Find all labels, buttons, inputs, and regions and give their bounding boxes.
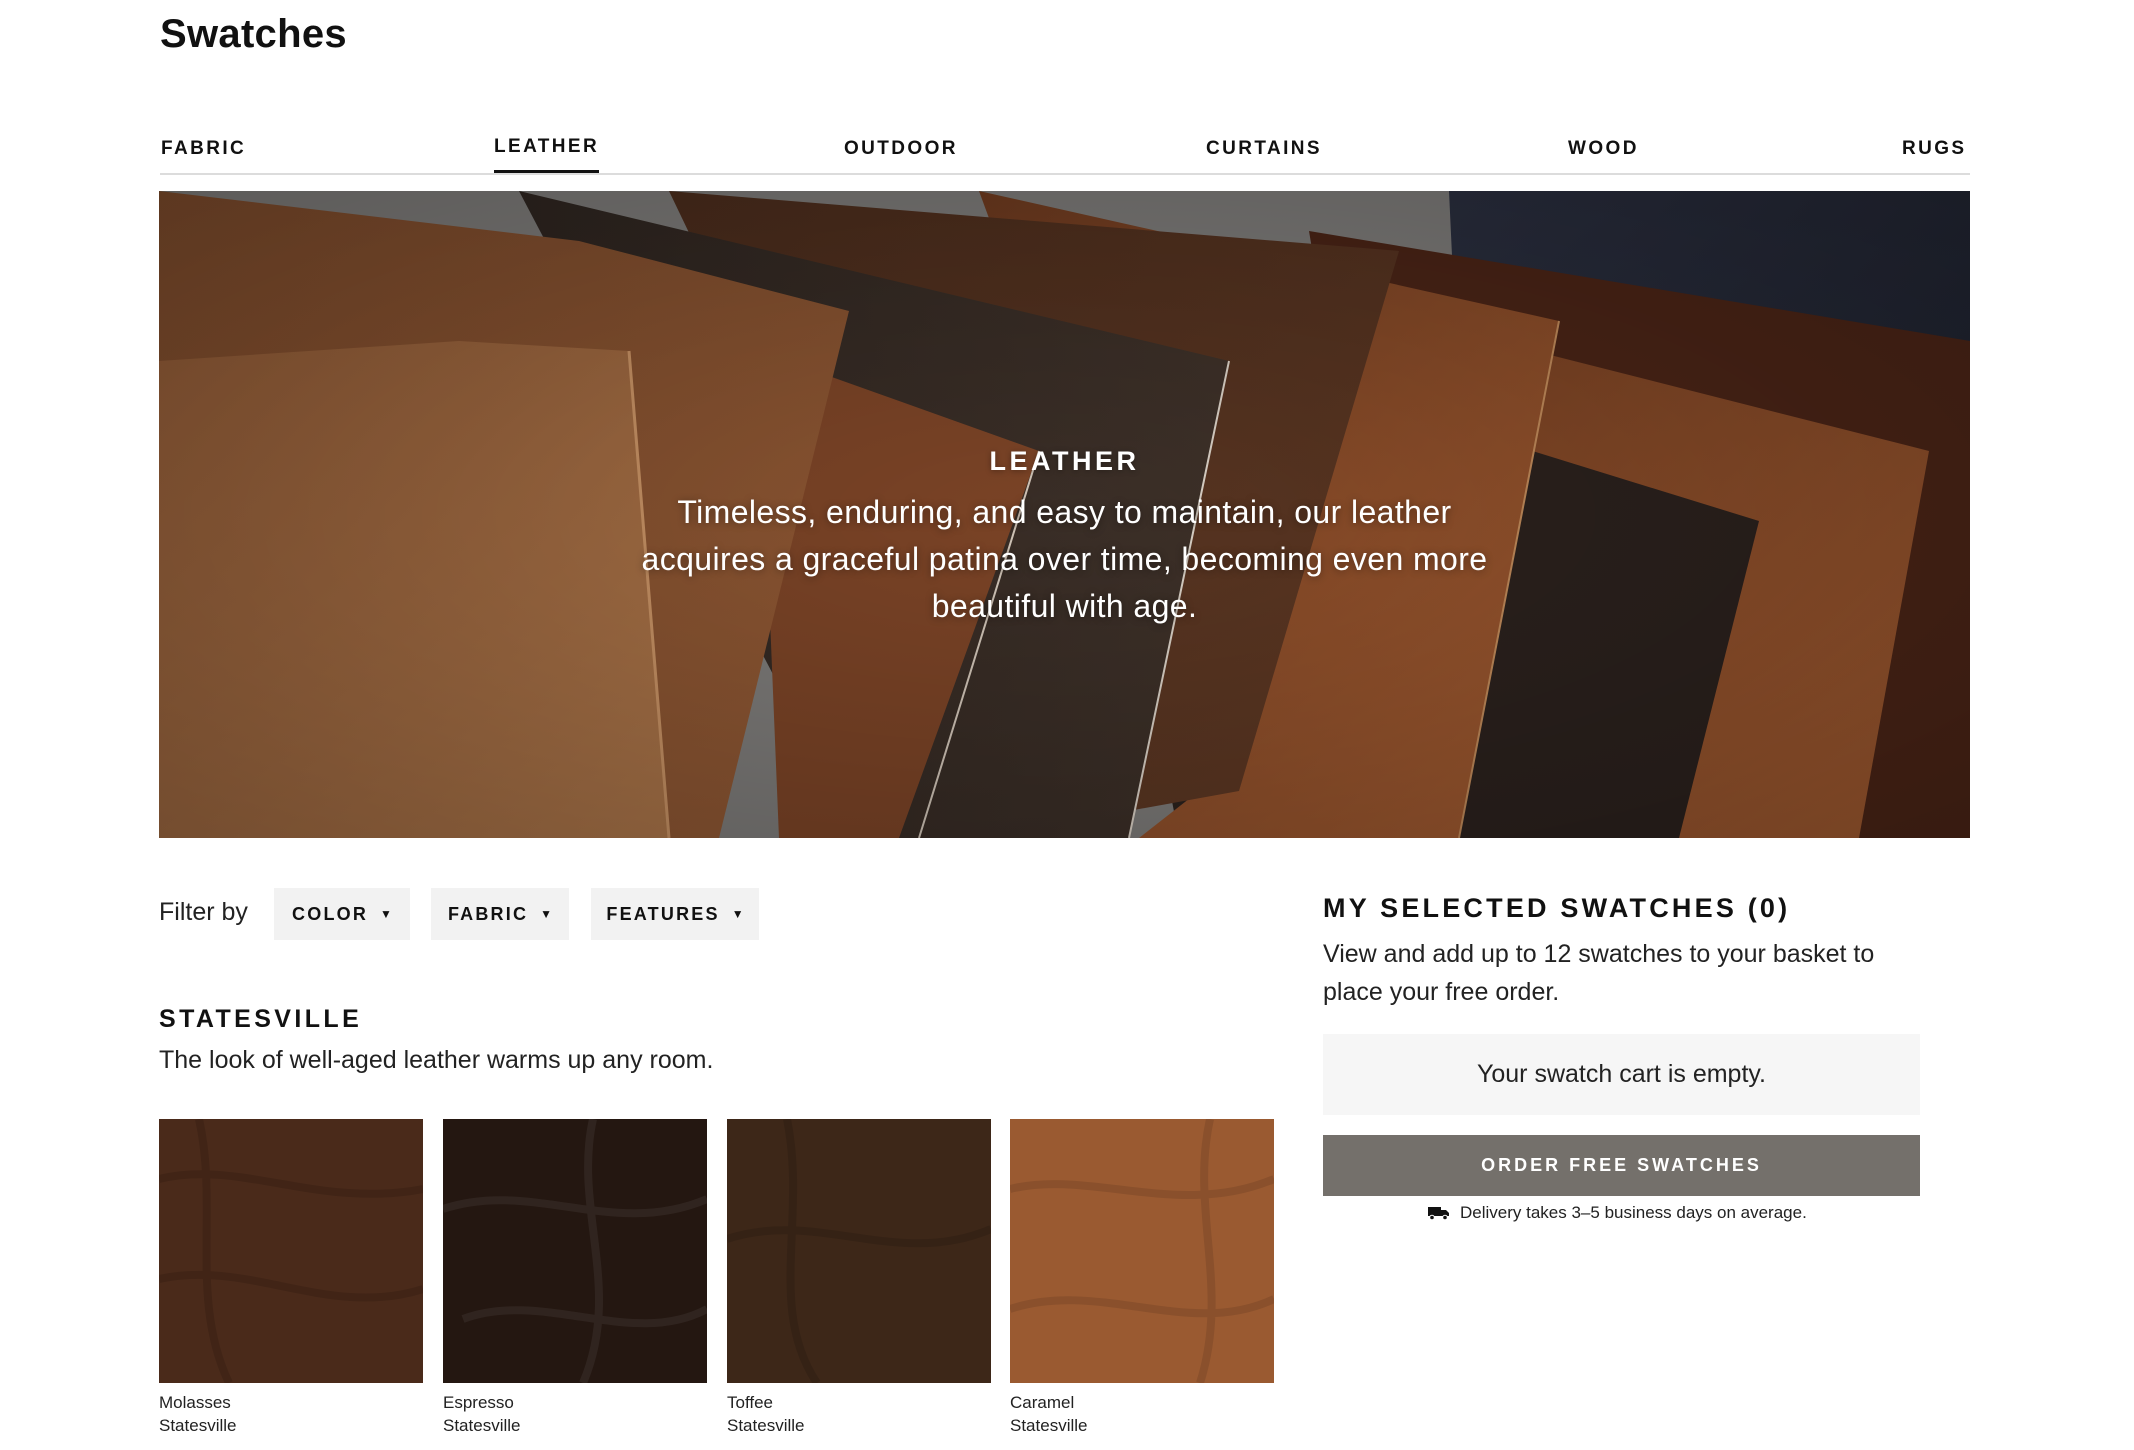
selected-swatches-description: View and add up to 12 swatches to your b… [1323,940,1875,1006]
swatch-collection: Statesville [1010,1416,1088,1435]
hero-title: LEATHER [989,446,1140,476]
hero-text: LEATHER Timeless, enduring, and easy to … [159,191,1970,838]
collection-description: The look of well-aged leather warms up a… [159,1046,714,1074]
tab-rugs[interactable]: RUGS [1902,138,1967,160]
category-tabs: FABRIC LEATHER OUTDOOR CURTAINS WOOD RUG… [160,128,1970,175]
tab-leather[interactable]: LEATHER [494,136,600,173]
swatch-collection: Statesville [159,1416,237,1435]
swatch-name: Molasses [159,1393,231,1412]
page-title: Swatches [160,12,347,56]
swatch-collection: Statesville [443,1416,521,1435]
filter-color-label: COLOR [292,903,369,924]
caret-down-icon: ▼ [380,907,392,921]
caret-down-icon: ▼ [731,907,744,921]
swatch-cart-empty: Your swatch cart is empty. [1323,1034,1920,1115]
filter-label: Filter by [159,898,248,926]
hero-banner: LEATHER Timeless, enduring, and easy to … [159,191,1970,838]
swatch-collection: Statesville [727,1416,805,1435]
tab-outdoor[interactable]: OUTDOOR [844,138,958,160]
swatch-image [727,1119,991,1383]
filter-fabric-label: FABRIC [447,903,529,924]
hero-description: Timeless, enduring, and easy to maintain… [641,494,1488,624]
swatch-image [159,1119,423,1383]
tab-curtains[interactable]: CURTAINS [1206,138,1322,160]
tab-wood[interactable]: WOOD [1568,138,1639,160]
filter-features-label: FEATURES [606,903,720,924]
swatch-name: Caramel [1010,1393,1075,1412]
collection-title: STATESVILLE [159,1005,363,1033]
truck-icon [1428,1207,1449,1220]
swatch-toffee[interactable]: Toffee Statesville [727,1119,991,1437]
swatch-espresso[interactable]: Espresso Statesville [443,1119,707,1437]
swatch-image [1010,1119,1274,1383]
caret-down-icon: ▼ [540,907,553,921]
swatch-caramel[interactable]: Caramel Statesville [1010,1119,1274,1437]
order-free-swatches-button[interactable]: ORDER FREE SWATCHES [1323,1135,1920,1196]
filter-color-button[interactable]: COLOR ▼ [274,888,410,940]
delivery-text: Delivery takes 3–5 business days on aver… [1460,1203,1807,1222]
filter-features-button[interactable]: FEATURES ▼ [591,888,759,940]
tab-fabric[interactable]: FABRIC [161,138,246,160]
swatch-name: Toffee [727,1393,774,1412]
filter-fabric-button[interactable]: FABRIC ▼ [431,888,569,940]
selected-swatches-title: MY SELECTED SWATCHES (0) [1323,893,1791,923]
delivery-note: Delivery takes 3–5 business days on aver… [1428,1203,1807,1223]
swatch-name: Espresso [443,1393,514,1412]
swatch-molasses[interactable]: Molasses Statesville [159,1119,423,1437]
swatch-image [443,1119,707,1383]
